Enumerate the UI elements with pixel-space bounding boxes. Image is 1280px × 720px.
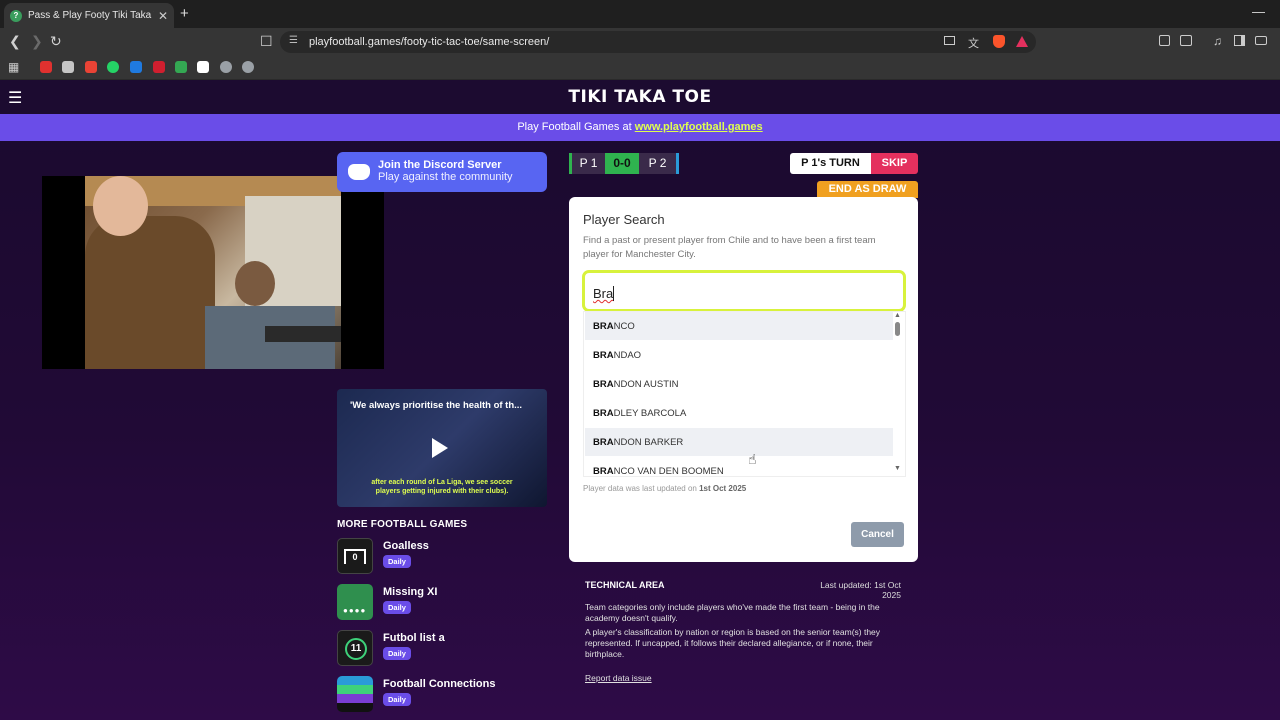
data-updated-note: Player data was last updated on 1st Oct …	[583, 484, 747, 493]
game-item-goalless[interactable]: 0 Goalless Daily	[337, 538, 557, 574]
missing-xi-icon: ●●●●	[337, 584, 373, 620]
search-results-list[interactable]: BRANCO BRANDAO BRANDON AUSTIN BRADLEY BA…	[583, 311, 906, 477]
sidebar-icon[interactable]	[1234, 35, 1245, 46]
pdf-bookmark-icon[interactable]	[153, 61, 165, 73]
daily-badge: Daily	[383, 647, 411, 660]
discord-banner[interactable]: Join the Discord Server Play against the…	[337, 152, 547, 192]
reload-icon[interactable]: ↻	[50, 33, 62, 50]
brave-rewards-icon[interactable]	[1016, 36, 1028, 47]
text-caret	[613, 286, 615, 301]
hand-cursor-icon: ☝	[748, 451, 757, 467]
search-result-item[interactable]: BRANCO VAN DEN BOOMEN	[585, 457, 893, 476]
search-result-item[interactable]: BRANDON BARKER	[585, 428, 893, 456]
promo-text: Play Football Games at	[517, 121, 635, 133]
discord-subtitle: Play against the community	[378, 171, 513, 183]
webcam-image	[85, 176, 341, 369]
scroll-down-icon[interactable]: ▼	[894, 465, 901, 472]
more-games-title: MORE FOOTBALL GAMES	[337, 519, 468, 530]
skip-button[interactable]: SKIP	[871, 153, 918, 174]
game-name: Football Connections	[383, 678, 496, 690]
translate-icon[interactable]: 文	[968, 35, 979, 51]
game-name: Futbol list a	[383, 632, 445, 644]
search-result-item[interactable]: BRANCO	[585, 312, 893, 340]
bookmarks-bar	[0, 56, 1280, 80]
address-bar[interactable]: ☰ playfootball.games/footy-tic-tac-toe/s…	[280, 31, 1036, 53]
modal-title: Player Search	[583, 212, 665, 227]
game-name: Goalless	[383, 540, 429, 552]
daily-badge: Daily	[383, 601, 411, 614]
game-item-missing-xi[interactable]: ●●●● Missing XI Daily	[337, 584, 557, 620]
extensions-icon[interactable]	[1159, 35, 1170, 46]
discord-title: Join the Discord Server	[378, 159, 502, 171]
cast-icon[interactable]	[944, 36, 955, 45]
player-one-label: P 1	[569, 153, 605, 174]
game-name: Missing XI	[383, 586, 438, 598]
player-two-label: P 2	[639, 153, 679, 174]
video-caption: after each round of La Liga, we see socc…	[371, 479, 513, 495]
daily-badge: Daily	[383, 693, 411, 706]
score-value: 0-0	[605, 153, 639, 174]
url-text: playfootball.games/footy-tic-tac-toe/sam…	[309, 36, 550, 48]
player-search-input[interactable]: Bra	[582, 270, 906, 312]
game-item-football-connections[interactable]: Football Connections Daily	[337, 676, 557, 712]
turn-indicator: P 1's TURN	[790, 153, 871, 174]
daily-badge: Daily	[383, 555, 411, 568]
video-title: 'We always prioritise the health of th..…	[350, 400, 523, 411]
new-tab-button[interactable]: +	[180, 5, 189, 22]
back-icon[interactable]: ❮	[9, 33, 21, 50]
media-icon[interactable]: ♫	[1213, 34, 1222, 48]
browser-tab[interactable]: ? Pass & Play Footy Tiki Taka Toe ✕	[4, 3, 174, 28]
outlook-bookmark-icon[interactable]	[130, 61, 142, 73]
play-icon[interactable]	[432, 438, 448, 458]
game-item-futbol-list[interactable]: 11 Futbol list a Daily	[337, 630, 557, 666]
drive-bookmark-icon[interactable]	[175, 61, 187, 73]
tiktok-bookmark-icon[interactable]	[62, 61, 74, 73]
modal-description: Find a past or present player from Chile…	[583, 235, 876, 260]
bookmark-icon[interactable]: ☐	[260, 33, 273, 50]
youtube-bookmark-icon[interactable]	[40, 61, 52, 73]
search-result-item[interactable]: BRADLEY BARCOLA	[585, 399, 893, 427]
brave-shields-icon[interactable]	[993, 35, 1005, 48]
video-player[interactable]: 'We always prioritise the health of th..…	[337, 389, 547, 507]
technical-area-title: TECHNICAL AREA	[585, 580, 665, 590]
wallet-icon[interactable]	[1255, 36, 1267, 45]
window-minimize-button[interactable]: —	[1252, 4, 1265, 19]
technical-note: A player's classification by nation or r…	[585, 627, 881, 659]
settings-bookmark-icon[interactable]	[220, 61, 232, 73]
futbol-list-icon: 11	[337, 630, 373, 666]
cancel-button[interactable]: Cancel	[851, 522, 904, 547]
technical-last-updated: Last updated: 1st Oct 2025	[820, 580, 901, 600]
promo-link[interactable]: www.playfootball.games	[635, 121, 763, 133]
site-logo[interactable]: TIKI TAKA TOE	[0, 87, 1280, 107]
whatsapp-bookmark-icon[interactable]	[107, 61, 119, 73]
scroll-thumb[interactable]	[895, 322, 900, 336]
gmail-bookmark-icon[interactable]	[85, 61, 97, 73]
search-result-item[interactable]: BRANDAO	[585, 341, 893, 369]
apps-grid-icon[interactable]: ▦	[8, 60, 19, 74]
search-query: Bra	[593, 286, 614, 301]
scroll-up-icon[interactable]: ▲	[894, 312, 901, 319]
search-result-item[interactable]: BRANDON AUSTIN	[585, 370, 893, 398]
results-scrollbar[interactable]: ▲ ▼	[893, 312, 903, 476]
site-info-icon[interactable]: ☰	[289, 35, 298, 46]
scoreboard: P 1 0-0 P 2	[569, 153, 679, 174]
promo-banner: Play Football Games at www.playfootball.…	[0, 114, 1280, 141]
goalless-icon: 0	[337, 538, 373, 574]
amazon-bookmark-icon[interactable]	[197, 61, 209, 73]
tab-favicon-icon: ?	[10, 9, 22, 22]
report-data-issue-link[interactable]: Report data issue	[585, 673, 652, 683]
screenshot-icon[interactable]	[1180, 35, 1192, 46]
technical-note: Team categories only include players who…	[585, 602, 880, 623]
browser-tab-bar	[0, 0, 1280, 28]
tab-title: Pass & Play Footy Tiki Taka Toe	[28, 10, 154, 21]
forward-icon[interactable]: ❯	[31, 33, 43, 50]
end-as-draw-button[interactable]: END AS DRAW	[817, 181, 918, 198]
discord-icon	[348, 164, 370, 180]
football-connections-icon	[337, 676, 373, 712]
tab-close-icon[interactable]: ✕	[158, 9, 168, 23]
globe-bookmark-icon[interactable]	[242, 61, 254, 73]
